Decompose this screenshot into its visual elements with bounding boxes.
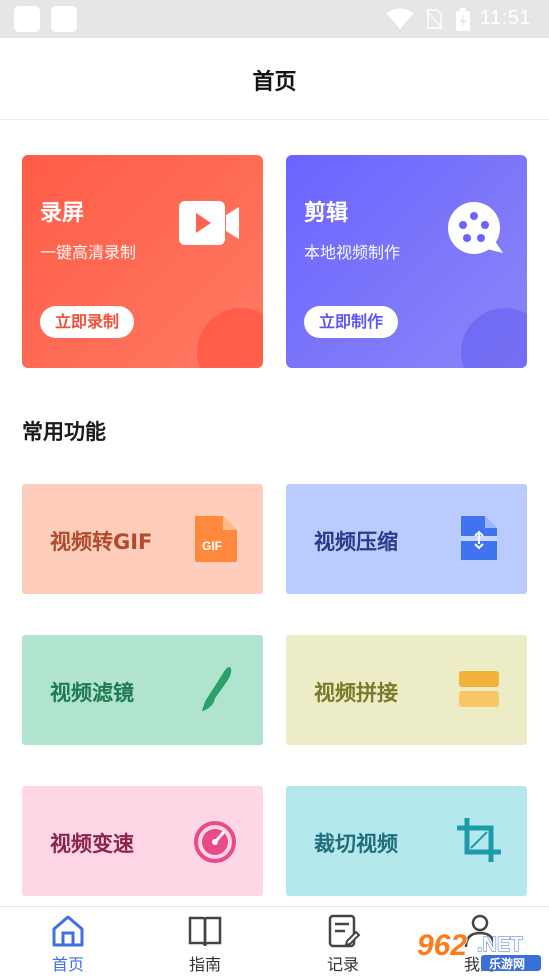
battery-charging-icon bbox=[456, 8, 470, 31]
book-icon bbox=[188, 916, 222, 947]
nav-guide[interactable]: 指南 bbox=[165, 907, 245, 977]
decorative-circle bbox=[461, 308, 527, 368]
gif-file-icon: GIF bbox=[195, 516, 237, 562]
nav-records-label: 记录 bbox=[326, 955, 359, 974]
video-to-gif-tile[interactable]: 视频转GIF GIF bbox=[22, 484, 263, 594]
feature-label: 视频压缩 bbox=[314, 530, 398, 554]
merge-icon bbox=[459, 671, 499, 707]
feature-label: 视频转GIF bbox=[50, 530, 153, 554]
edit-card[interactable]: 剪辑 本地视频制作 立即制作 bbox=[286, 155, 527, 368]
status-bar: 11:51 bbox=[0, 0, 549, 38]
edit-card-subtitle: 本地视频制作 bbox=[304, 243, 401, 262]
app-square-icon bbox=[14, 6, 40, 32]
video-crop-tile[interactable]: 裁切视频 bbox=[286, 786, 527, 896]
note-icon bbox=[328, 914, 361, 948]
nav-home-label: 首页 bbox=[51, 955, 84, 974]
video-camera-icon bbox=[179, 201, 239, 245]
feature-label: 视频变速 bbox=[50, 832, 134, 856]
feature-label: 裁切视频 bbox=[314, 832, 398, 856]
page-title: 首页 bbox=[252, 70, 297, 95]
wifi-icon bbox=[386, 8, 414, 29]
section-title: 常用功能 bbox=[22, 420, 106, 444]
home-icon bbox=[52, 915, 84, 947]
start-editing-button[interactable]: 立即制作 bbox=[304, 306, 399, 338]
decorative-circle bbox=[197, 308, 263, 368]
nav-home[interactable]: 首页 bbox=[28, 907, 108, 977]
video-filter-tile[interactable]: 视频滤镜 bbox=[22, 635, 263, 745]
app-header: 首页 bbox=[0, 38, 549, 120]
nav-records[interactable]: 记录 bbox=[303, 907, 383, 977]
film-reel-icon bbox=[448, 202, 503, 254]
svg-text:962: 962 bbox=[417, 929, 467, 962]
app-square-icon bbox=[51, 6, 77, 32]
svg-text:.NET: .NET bbox=[477, 934, 523, 956]
video-speed-tile[interactable]: 视频变速 bbox=[22, 786, 263, 896]
record-card-title: 录屏 bbox=[40, 201, 85, 226]
record-card-subtitle: 一键高清录制 bbox=[40, 243, 137, 262]
feature-label: 视频拼接 bbox=[314, 681, 398, 705]
no-sim-icon bbox=[425, 9, 443, 29]
svg-text:GIF: GIF bbox=[202, 539, 222, 553]
feature-label: 视频滤镜 bbox=[50, 681, 134, 705]
svg-text:乐游网: 乐游网 bbox=[489, 956, 525, 971]
watermark-logo: 962 .NET 乐游网 bbox=[416, 928, 541, 971]
nav-guide-label: 指南 bbox=[188, 955, 221, 974]
start-recording-button[interactable]: 立即录制 bbox=[40, 306, 135, 338]
video-compress-tile[interactable]: 视频压缩 bbox=[286, 484, 527, 594]
speedometer-icon bbox=[194, 821, 236, 863]
clock: 11:51 bbox=[480, 7, 532, 29]
video-merge-tile[interactable]: 视频拼接 bbox=[286, 635, 527, 745]
record-card[interactable]: 录屏 一键高清录制 立即录制 bbox=[22, 155, 263, 368]
brush-icon bbox=[202, 666, 232, 712]
edit-card-title: 剪辑 bbox=[304, 201, 349, 226]
compress-file-icon bbox=[461, 516, 497, 560]
crop-icon bbox=[457, 818, 501, 862]
